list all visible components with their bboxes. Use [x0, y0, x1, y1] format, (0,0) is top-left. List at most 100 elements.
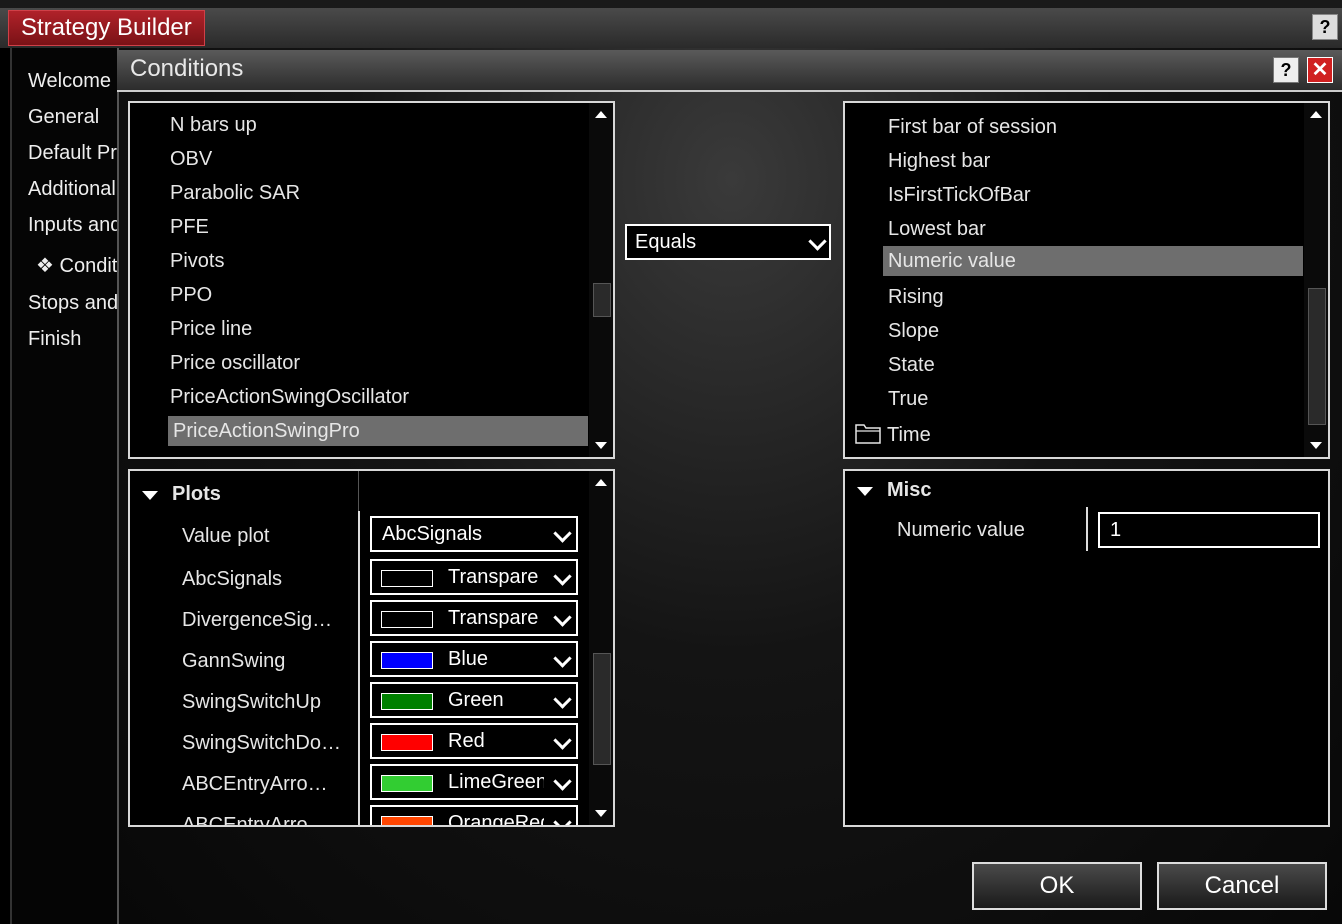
plot-label: Value plot: [182, 525, 270, 547]
scroll-up-icon[interactable]: [1310, 111, 1322, 118]
plots-header: Plots: [172, 483, 221, 505]
color-swatch: [381, 734, 433, 751]
plot-label: GannSwing: [182, 650, 286, 672]
list-item-folder[interactable]: Time: [855, 420, 931, 450]
plot-label: SwingSwitchDo…: [182, 732, 341, 754]
scroll-down-icon[interactable]: [595, 442, 607, 449]
ok-button[interactable]: OK: [972, 862, 1142, 910]
close-icon[interactable]: ✕: [1307, 57, 1333, 83]
indicator-list[interactable]: N bars up OBV Parabolic SAR PFE Pivots P…: [128, 101, 615, 459]
indicator-list-scrollbar[interactable]: [589, 103, 613, 457]
color-swatch: [381, 611, 433, 628]
value-list-scrollbar[interactable]: [1304, 103, 1328, 457]
color-swatch: [381, 816, 433, 825]
list-item[interactable]: Slope: [888, 316, 939, 346]
scroll-thumb[interactable]: [593, 653, 611, 765]
color-dropdown[interactable]: Transpare: [370, 600, 578, 636]
combo-value: Transpare: [448, 566, 539, 588]
color-dropdown[interactable]: LimeGreen: [370, 764, 578, 800]
misc-header: Misc: [887, 479, 932, 501]
grid-splitter[interactable]: [358, 511, 360, 825]
color-dropdown[interactable]: OrangeRed: [370, 805, 578, 827]
chevron-down-icon: [553, 649, 572, 668]
color-swatch: [381, 570, 433, 587]
color-dropdown[interactable]: Transpare: [370, 559, 578, 595]
value-plot-dropdown[interactable]: AbcSignals: [370, 516, 578, 552]
list-item[interactable]: Highest bar: [888, 146, 990, 176]
plot-label: ABCEntryArro…: [182, 814, 328, 827]
chevron-down-icon: [553, 813, 572, 825]
combo-value: LimeGreen: [448, 771, 544, 793]
chevron-down-icon: [553, 690, 572, 709]
list-item[interactable]: True: [888, 384, 928, 414]
list-item[interactable]: Rising: [888, 282, 944, 312]
grid-splitter[interactable]: [1086, 507, 1088, 551]
plot-label: AbcSignals: [182, 568, 283, 590]
scroll-thumb[interactable]: [1308, 288, 1326, 425]
list-item[interactable]: N bars up: [170, 110, 257, 140]
scroll-down-icon[interactable]: [595, 810, 607, 817]
nav-item-stops[interactable]: Stops and: [28, 292, 118, 315]
chevron-down-icon: [553, 608, 572, 627]
value-list[interactable]: First bar of session Highest bar IsFirst…: [843, 101, 1330, 459]
numeric-value-text: 1: [1110, 519, 1122, 541]
current-step-icon: ❖: [36, 255, 54, 277]
list-item[interactable]: State: [888, 350, 935, 380]
conditions-titlebar: [117, 50, 1342, 92]
misc-property-grid: Misc Numeric value 1: [843, 469, 1330, 827]
nav-item-general[interactable]: General: [28, 106, 118, 129]
strategy-builder-title: Strategy Builder: [8, 10, 205, 46]
plot-label: ABCEntryArro…: [182, 773, 328, 795]
list-item[interactable]: IsFirstTickOfBar: [888, 180, 1031, 210]
numeric-value-input[interactable]: 1: [1098, 512, 1320, 548]
color-swatch: [381, 693, 433, 710]
list-item[interactable]: Price oscillator: [170, 348, 300, 378]
conditions-title: Conditions: [130, 55, 244, 82]
scroll-down-icon[interactable]: [1310, 442, 1322, 449]
list-item-selected[interactable]: PriceActionSwingPro: [168, 416, 588, 446]
list-item[interactable]: OBV: [170, 144, 212, 174]
plots-scrollbar[interactable]: [589, 471, 613, 825]
list-item-selected[interactable]: Numeric value: [883, 246, 1303, 276]
folder-icon: [855, 424, 881, 444]
list-item[interactable]: PFE: [170, 212, 209, 242]
nav-item-inputs[interactable]: Inputs and: [28, 214, 118, 237]
chevron-down-icon: [553, 567, 572, 586]
scroll-up-icon[interactable]: [595, 479, 607, 486]
nav-item-welcome[interactable]: Welcome: [28, 70, 118, 93]
combo-value: Green: [448, 689, 504, 711]
plot-label: DivergenceSig…: [182, 609, 333, 631]
operator-dropdown[interactable]: Equals: [625, 224, 831, 260]
list-item[interactable]: Parabolic SAR: [170, 178, 300, 208]
color-dropdown[interactable]: Blue: [370, 641, 578, 677]
strategy-builder-help-button[interactable]: ?: [1312, 14, 1338, 40]
color-dropdown[interactable]: Red: [370, 723, 578, 759]
list-item[interactable]: Price line: [170, 314, 252, 344]
operator-value: Equals: [635, 231, 697, 253]
nav-item-finish[interactable]: Finish: [28, 328, 118, 351]
chevron-down-icon: [808, 232, 827, 251]
nav-item-additional[interactable]: Additional: [28, 178, 118, 201]
nav-item-default-properties[interactable]: Default Pr: [28, 142, 118, 165]
plots-property-grid: Plots Value plot AbcSignals AbcSignals T…: [128, 469, 615, 827]
chevron-down-icon: [553, 731, 572, 750]
collapse-icon[interactable]: [857, 487, 873, 496]
combo-value: AbcSignals: [382, 523, 483, 545]
scroll-thumb[interactable]: [593, 283, 611, 317]
plot-label: SwingSwitchUp: [182, 691, 321, 713]
conditions-help-button[interactable]: ?: [1273, 57, 1299, 83]
collapse-icon[interactable]: [142, 491, 158, 500]
nav-item-conditions[interactable]: ❖ Condit: [36, 253, 126, 278]
list-item[interactable]: PPO: [170, 280, 212, 310]
color-swatch: [381, 652, 433, 669]
list-item[interactable]: Lowest bar: [888, 214, 986, 244]
color-dropdown[interactable]: Green: [370, 682, 578, 718]
combo-value: OrangeRed: [448, 812, 544, 827]
list-item[interactable]: Pivots: [170, 246, 224, 276]
cancel-button[interactable]: Cancel: [1157, 862, 1327, 910]
scroll-up-icon[interactable]: [595, 111, 607, 118]
color-swatch: [381, 775, 433, 792]
combo-value: Transpare: [448, 607, 539, 629]
list-item[interactable]: First bar of session: [888, 112, 1057, 142]
list-item[interactable]: PriceActionSwingOscillator: [170, 382, 409, 412]
